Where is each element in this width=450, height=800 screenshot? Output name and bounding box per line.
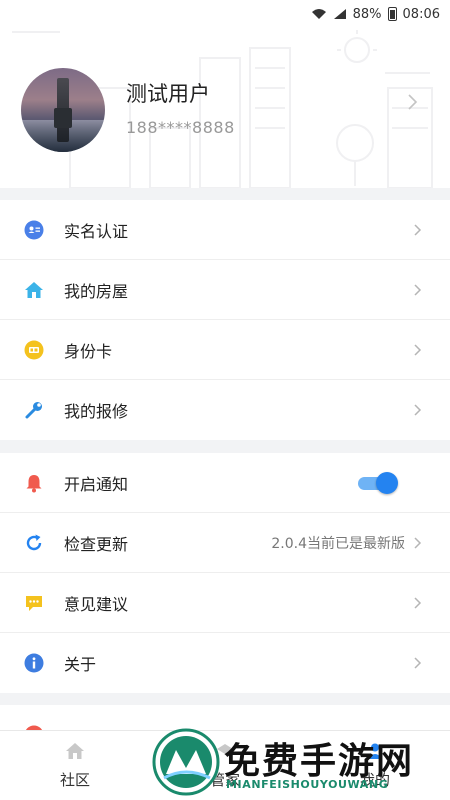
chevron-right-icon	[414, 224, 422, 236]
menu-item-label: 检查更新	[64, 534, 129, 554]
menu-item-label: 我的房屋	[64, 281, 129, 301]
menu-item-my-house[interactable]: 我的房屋	[0, 260, 450, 320]
chevron-right-icon	[414, 404, 422, 416]
menu-item-about[interactable]: 关于	[0, 633, 450, 693]
avatar[interactable]	[21, 68, 105, 152]
watermark-logo-icon	[152, 728, 220, 796]
user-phone: 188****8888	[126, 118, 235, 137]
chevron-right-icon	[414, 597, 422, 609]
id-card-icon	[24, 220, 44, 240]
signal-icon	[333, 9, 346, 19]
version-status: 2.0.4当前已是最新版	[271, 535, 405, 552]
menu-item-label: 关于	[64, 655, 97, 674]
tab-community[interactable]: 社区	[0, 731, 150, 800]
bell-icon	[26, 475, 42, 493]
user-name: 测试用户	[126, 82, 210, 106]
menu-item-feedback[interactable]: 意见建议	[0, 573, 450, 633]
watermark-subtitle: MIANFEISHOUYOUWANG	[226, 778, 389, 791]
menu-item-label: 我的报修	[64, 402, 129, 421]
wrench-icon	[25, 402, 42, 419]
tab-label: 社区	[59, 771, 90, 789]
menu-item-label: 身份卡	[64, 341, 113, 361]
site-watermark: 免费手游网 MIANFEISHOUYOUWANG	[152, 726, 450, 800]
home-icon	[25, 282, 43, 298]
chevron-right-icon[interactable]	[406, 94, 418, 110]
watermark-title: 免费手游网	[224, 741, 415, 782]
battery-icon	[387, 7, 397, 21]
clock: 08:06	[402, 6, 440, 22]
menu-item-label: 开启通知	[64, 474, 129, 494]
status-bar: 88% 08:06	[0, 0, 450, 28]
wifi-icon	[311, 9, 326, 19]
chevron-right-icon	[414, 537, 422, 549]
chat-icon	[26, 596, 42, 611]
menu-item-repair[interactable]: 我的报修	[0, 380, 450, 440]
chevron-right-icon	[414, 657, 422, 669]
battery-percent: 88%	[352, 6, 382, 22]
refresh-icon	[26, 534, 42, 551]
home-outline-icon	[66, 743, 84, 759]
menu-group-account: 实名认证 我的房屋 身份卡 我的报修	[0, 200, 450, 440]
chevron-right-icon	[414, 284, 422, 296]
menu-item-notifications[interactable]: 开启通知	[0, 453, 450, 513]
notification-toggle[interactable]	[356, 472, 398, 494]
menu-group-settings: 开启通知 检查更新 2.0.4当前已是最新版 意见建议 关于	[0, 453, 450, 693]
info-icon	[24, 653, 44, 673]
menu-item-real-name[interactable]: 实名认证	[0, 200, 450, 260]
menu-item-label: 实名认证	[64, 221, 129, 241]
menu-item-check-update[interactable]: 检查更新 2.0.4当前已是最新版	[0, 513, 450, 573]
card-icon	[24, 340, 44, 360]
menu-item-id-card[interactable]: 身份卡	[0, 320, 450, 380]
profile-header[interactable]: 测试用户 188****8888	[0, 28, 450, 188]
chevron-right-icon	[414, 344, 422, 356]
menu-item-label: 意见建议	[64, 594, 129, 614]
